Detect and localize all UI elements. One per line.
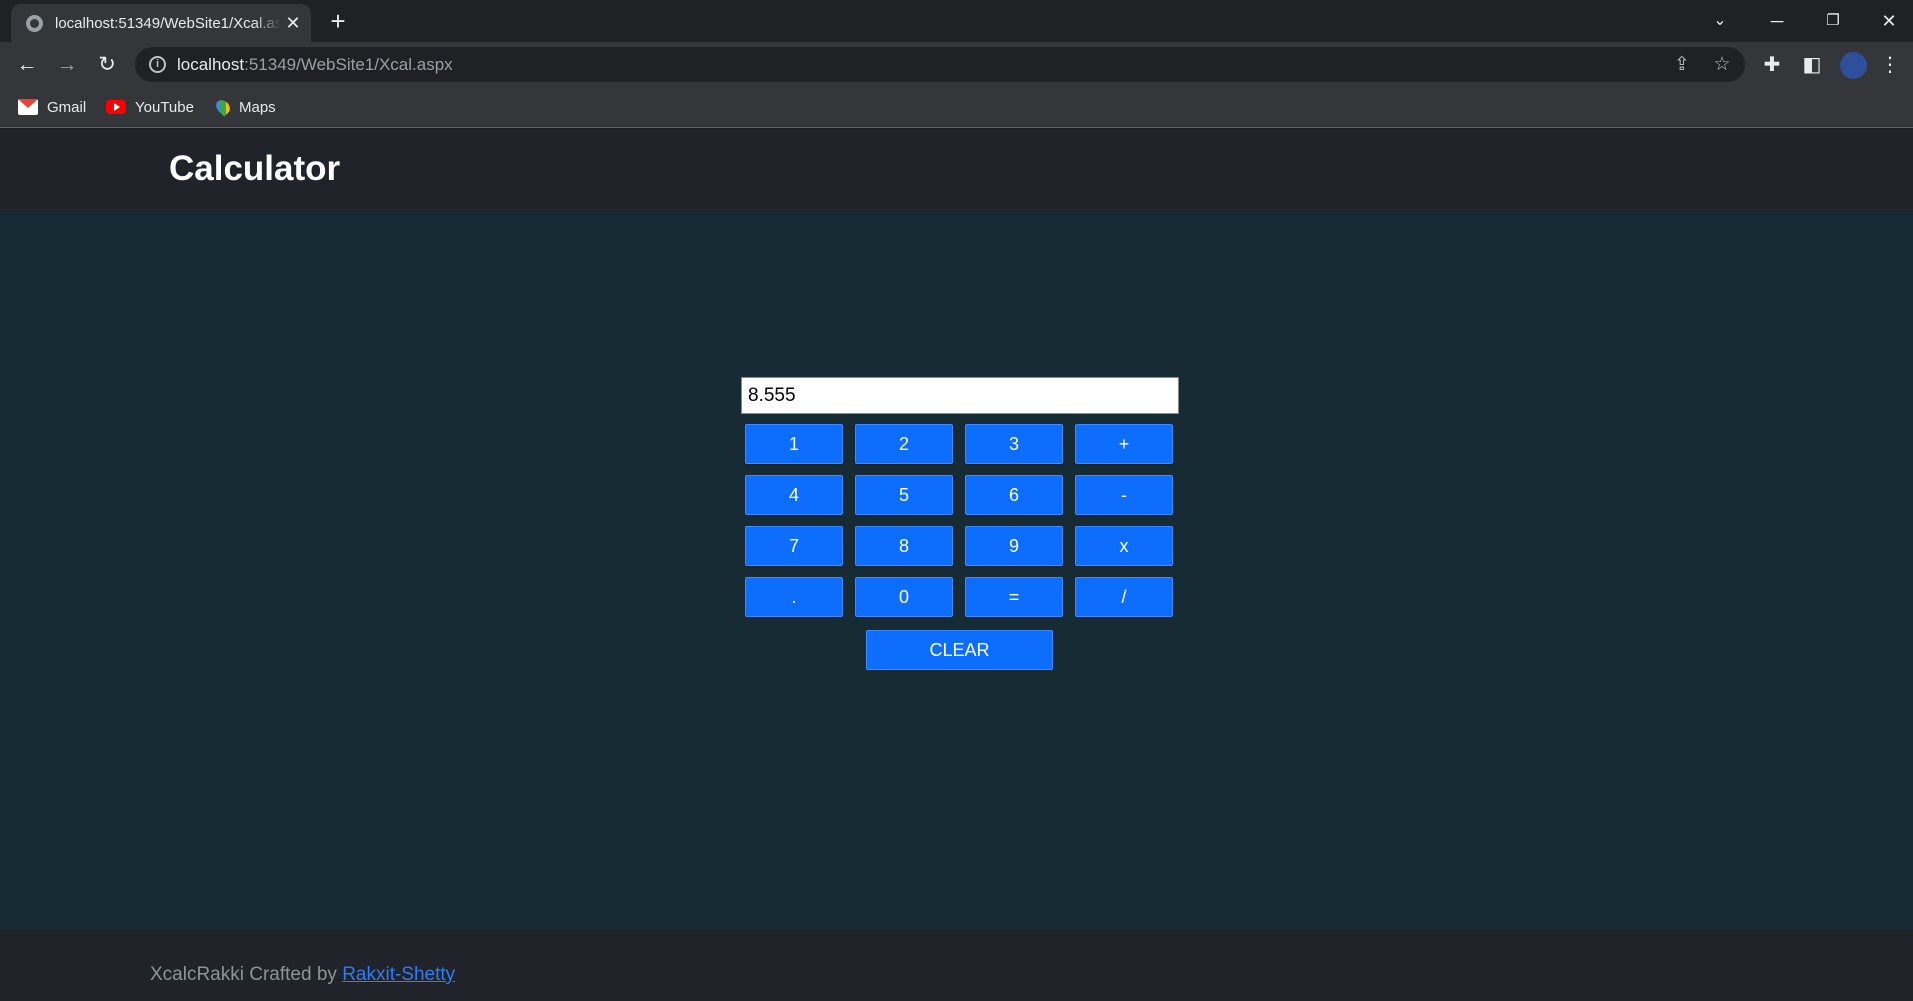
add-button[interactable]: + xyxy=(1075,424,1173,464)
key-7-button[interactable]: 7 xyxy=(745,526,843,566)
share-icon[interactable]: ⇪ xyxy=(1671,54,1693,76)
key-5-button[interactable]: 5 xyxy=(855,475,953,515)
close-tab-icon[interactable]: ✕ xyxy=(283,13,303,33)
divide-button[interactable]: / xyxy=(1075,577,1173,617)
key-9-button[interactable]: 9 xyxy=(965,526,1063,566)
key-8-button[interactable]: 8 xyxy=(855,526,953,566)
bookmark-maps[interactable]: Maps xyxy=(213,96,276,118)
url-text[interactable]: localhost:51349/WebSite1/Xcal.aspx xyxy=(177,55,453,75)
page-footer: XcalcRakki Crafted by Rakxit-Shetty xyxy=(0,930,1913,1001)
gmail-icon xyxy=(18,99,38,115)
site-info-icon[interactable]: i xyxy=(149,56,166,73)
key-3-button[interactable]: 3 xyxy=(965,424,1063,464)
key-0-button[interactable]: 0 xyxy=(855,577,953,617)
window-close-icon[interactable]: ✕ xyxy=(1869,6,1909,36)
bookmarks-bar: Gmail YouTube Maps xyxy=(0,87,1913,128)
browser-tab[interactable]: localhost:51349/WebSite1/Xcal.aspx ✕ xyxy=(11,4,311,42)
browser-toolbar: ← → ↻ i localhost:51349/WebSite1/Xcal.as… xyxy=(0,42,1913,87)
restore-icon[interactable]: ❐ xyxy=(1813,6,1853,36)
calculator-display[interactable]: 8.555 xyxy=(741,377,1179,414)
page-title: Calculator xyxy=(169,149,341,188)
key-6-button[interactable]: 6 xyxy=(965,475,1063,515)
bookmark-gmail[interactable]: Gmail xyxy=(18,96,86,118)
profile-avatar[interactable] xyxy=(1840,52,1867,79)
author-link[interactable]: Rakxit-Shetty xyxy=(342,964,455,985)
bookmark-label: Gmail xyxy=(47,98,87,116)
bookmark-youtube[interactable]: YouTube xyxy=(106,96,194,118)
decimal-button[interactable]: . xyxy=(745,577,843,617)
key-4-button[interactable]: 4 xyxy=(745,475,843,515)
tab-title: localhost:51349/WebSite1/Xcal.aspx xyxy=(55,15,281,32)
new-tab-button[interactable]: + xyxy=(324,8,352,36)
bookmark-label: YouTube xyxy=(135,98,194,116)
key-2-button[interactable]: 2 xyxy=(855,424,953,464)
globe-icon xyxy=(26,15,43,32)
browser-tabstrip: localhost:51349/WebSite1/Xcal.aspx ✕ + ⌄… xyxy=(0,0,1913,42)
minimize-icon[interactable]: ─ xyxy=(1757,6,1797,36)
extensions-icon[interactable]: ✚ xyxy=(1759,52,1785,78)
forward-icon[interactable]: → xyxy=(52,50,82,80)
subtract-button[interactable]: - xyxy=(1075,475,1173,515)
youtube-icon xyxy=(106,100,126,114)
clear-button[interactable]: CLEAR xyxy=(866,630,1053,670)
footer-text: XcalcRakki Crafted by Rakxit-Shetty xyxy=(150,964,455,986)
page-header: Calculator xyxy=(0,129,1913,212)
bookmark-label: Maps xyxy=(239,98,276,116)
equals-button[interactable]: = xyxy=(965,577,1063,617)
bookmark-star-icon[interactable]: ☆ xyxy=(1711,54,1733,76)
side-panel-icon[interactable]: ◧ xyxy=(1799,52,1825,78)
menu-kebab-icon[interactable]: ⋮ xyxy=(1877,52,1903,78)
reload-icon[interactable]: ↻ xyxy=(92,50,122,80)
multiply-button[interactable]: x xyxy=(1075,526,1173,566)
address-bar[interactable]: i localhost:51349/WebSite1/Xcal.aspx ⇪ ☆ xyxy=(135,47,1745,82)
key-1-button[interactable]: 1 xyxy=(745,424,843,464)
footer-credit: XcalcRakki Crafted by xyxy=(150,964,343,985)
maps-icon xyxy=(213,97,233,117)
page-content: Calculator 8.555 1 2 3 + 4 5 6 - 7 8 9 x… xyxy=(0,129,1913,1001)
tab-search-icon[interactable]: ⌄ xyxy=(1700,6,1740,36)
back-icon[interactable]: ← xyxy=(12,50,42,80)
